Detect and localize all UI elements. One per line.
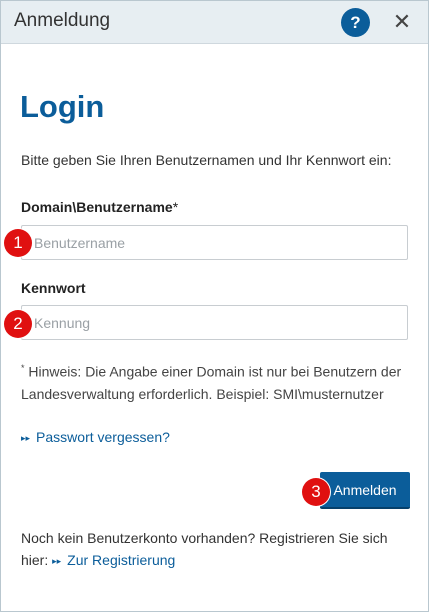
login-button[interactable]: Anmelden xyxy=(320,472,410,509)
chevron-right-icon: ▸▸ xyxy=(21,433,31,443)
marker-badge: 3 xyxy=(302,478,330,506)
password-input[interactable] xyxy=(21,305,408,340)
login-dialog: Anmeldung ? ✕ Login Bitte geben Sie Ihre… xyxy=(0,0,429,612)
dialog-titlebar: Anmeldung ? ✕ xyxy=(1,1,428,44)
no-account-text: Noch kein Benutzerkonto vorhanden? Regis… xyxy=(21,527,416,572)
dialog-title: Anmeldung xyxy=(14,10,111,31)
register-link[interactable]: Zur Registrierung xyxy=(67,552,175,568)
marker-badge: 1 xyxy=(4,229,32,257)
hint-text: Hinweis: Die Angabe einer Domain ist nur… xyxy=(21,363,402,402)
chevron-right-icon: ▸▸ xyxy=(52,556,62,566)
username-label: Domain\Benutzername* xyxy=(21,199,178,215)
password-label: Kennwort xyxy=(21,280,86,296)
close-icon: ✕ xyxy=(392,9,412,34)
required-asterisk: * xyxy=(172,199,179,215)
username-label-text: Domain\Benutzername xyxy=(21,199,173,215)
marker-badge: 2 xyxy=(4,310,32,338)
question-mark-icon: ? xyxy=(350,13,361,32)
page-title: Login xyxy=(20,89,105,124)
help-button[interactable]: ? xyxy=(341,8,370,37)
intro-text: Bitte geben Sie Ihren Benutzernamen und … xyxy=(21,152,392,168)
forgot-password-text[interactable]: Passwort vergessen? xyxy=(36,429,170,445)
hint-asterisk: * xyxy=(21,363,25,373)
close-button[interactable]: ✕ xyxy=(389,9,415,35)
forgot-password-link[interactable]: ▸▸ Passwort vergessen? xyxy=(21,429,170,447)
username-input[interactable] xyxy=(21,225,408,260)
domain-hint: * Hinweis: Die Angabe einer Domain ist n… xyxy=(21,357,416,405)
